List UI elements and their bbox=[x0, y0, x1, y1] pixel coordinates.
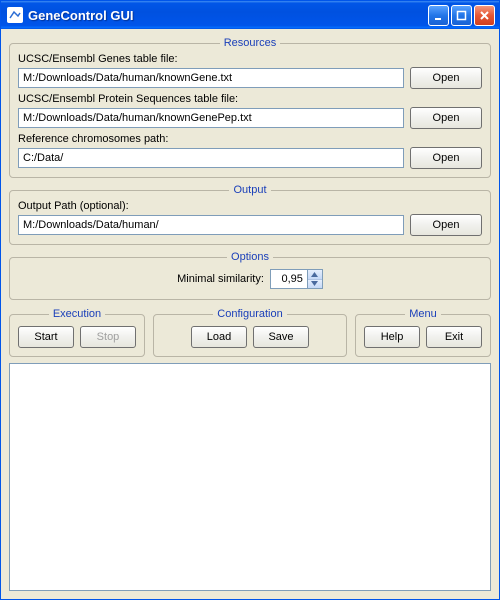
output-group: Output Output Path (optional): Open bbox=[9, 184, 491, 245]
genes-label: UCSC/Ensembl Genes table file: bbox=[18, 53, 482, 65]
spinner-down-icon[interactable] bbox=[308, 280, 322, 289]
stop-button: Stop bbox=[80, 326, 136, 348]
chrom-open-button[interactable]: Open bbox=[410, 147, 482, 169]
configuration-legend: Configuration bbox=[213, 308, 286, 320]
resources-legend: Resources bbox=[220, 37, 281, 49]
button-groups: Execution Start Stop Configuration Load … bbox=[9, 308, 491, 357]
minsim-label: Minimal similarity: bbox=[177, 273, 264, 285]
minimize-button[interactable] bbox=[428, 5, 449, 26]
window-controls bbox=[428, 5, 495, 26]
options-group: Options Minimal similarity: bbox=[9, 251, 491, 300]
genes-field: UCSC/Ensembl Genes table file: Open bbox=[18, 53, 482, 89]
start-button[interactable]: Start bbox=[18, 326, 74, 348]
window-title: GeneControl GUI bbox=[28, 8, 428, 23]
app-window: GeneControl GUI Resources UCSC/Ensembl G… bbox=[0, 0, 500, 600]
chrom-field: Reference chromosomes path: Open bbox=[18, 133, 482, 169]
protein-field: UCSC/Ensembl Protein Sequences table fil… bbox=[18, 93, 482, 129]
resources-group: Resources UCSC/Ensembl Genes table file:… bbox=[9, 37, 491, 178]
genes-input[interactable] bbox=[18, 68, 404, 88]
protein-label: UCSC/Ensembl Protein Sequences table fil… bbox=[18, 93, 482, 105]
protein-open-button[interactable]: Open bbox=[410, 107, 482, 129]
close-button[interactable] bbox=[474, 5, 495, 26]
output-field: Output Path (optional): Open bbox=[18, 200, 482, 236]
titlebar: GeneControl GUI bbox=[1, 1, 499, 29]
load-button[interactable]: Load bbox=[191, 326, 247, 348]
spinner-up-icon[interactable] bbox=[308, 270, 322, 280]
execution-group: Execution Start Stop bbox=[9, 308, 145, 357]
help-button[interactable]: Help bbox=[364, 326, 420, 348]
minsim-input[interactable] bbox=[271, 270, 307, 288]
execution-legend: Execution bbox=[49, 308, 105, 320]
output-path-label: Output Path (optional): bbox=[18, 200, 482, 212]
menu-legend: Menu bbox=[405, 308, 441, 320]
output-legend: Output bbox=[229, 184, 270, 196]
output-open-button[interactable]: Open bbox=[410, 214, 482, 236]
content-area: Resources UCSC/Ensembl Genes table file:… bbox=[1, 29, 499, 599]
output-path-input[interactable] bbox=[18, 215, 404, 235]
exit-button[interactable]: Exit bbox=[426, 326, 482, 348]
options-legend: Options bbox=[227, 251, 273, 263]
minsim-spinner[interactable] bbox=[270, 269, 323, 289]
app-icon bbox=[7, 7, 23, 23]
save-button[interactable]: Save bbox=[253, 326, 309, 348]
chrom-input[interactable] bbox=[18, 148, 404, 168]
configuration-group: Configuration Load Save bbox=[153, 308, 347, 357]
menu-group: Menu Help Exit bbox=[355, 308, 491, 357]
genes-open-button[interactable]: Open bbox=[410, 67, 482, 89]
maximize-button[interactable] bbox=[451, 5, 472, 26]
log-textarea[interactable] bbox=[9, 363, 491, 591]
protein-input[interactable] bbox=[18, 108, 404, 128]
chrom-label: Reference chromosomes path: bbox=[18, 133, 482, 145]
